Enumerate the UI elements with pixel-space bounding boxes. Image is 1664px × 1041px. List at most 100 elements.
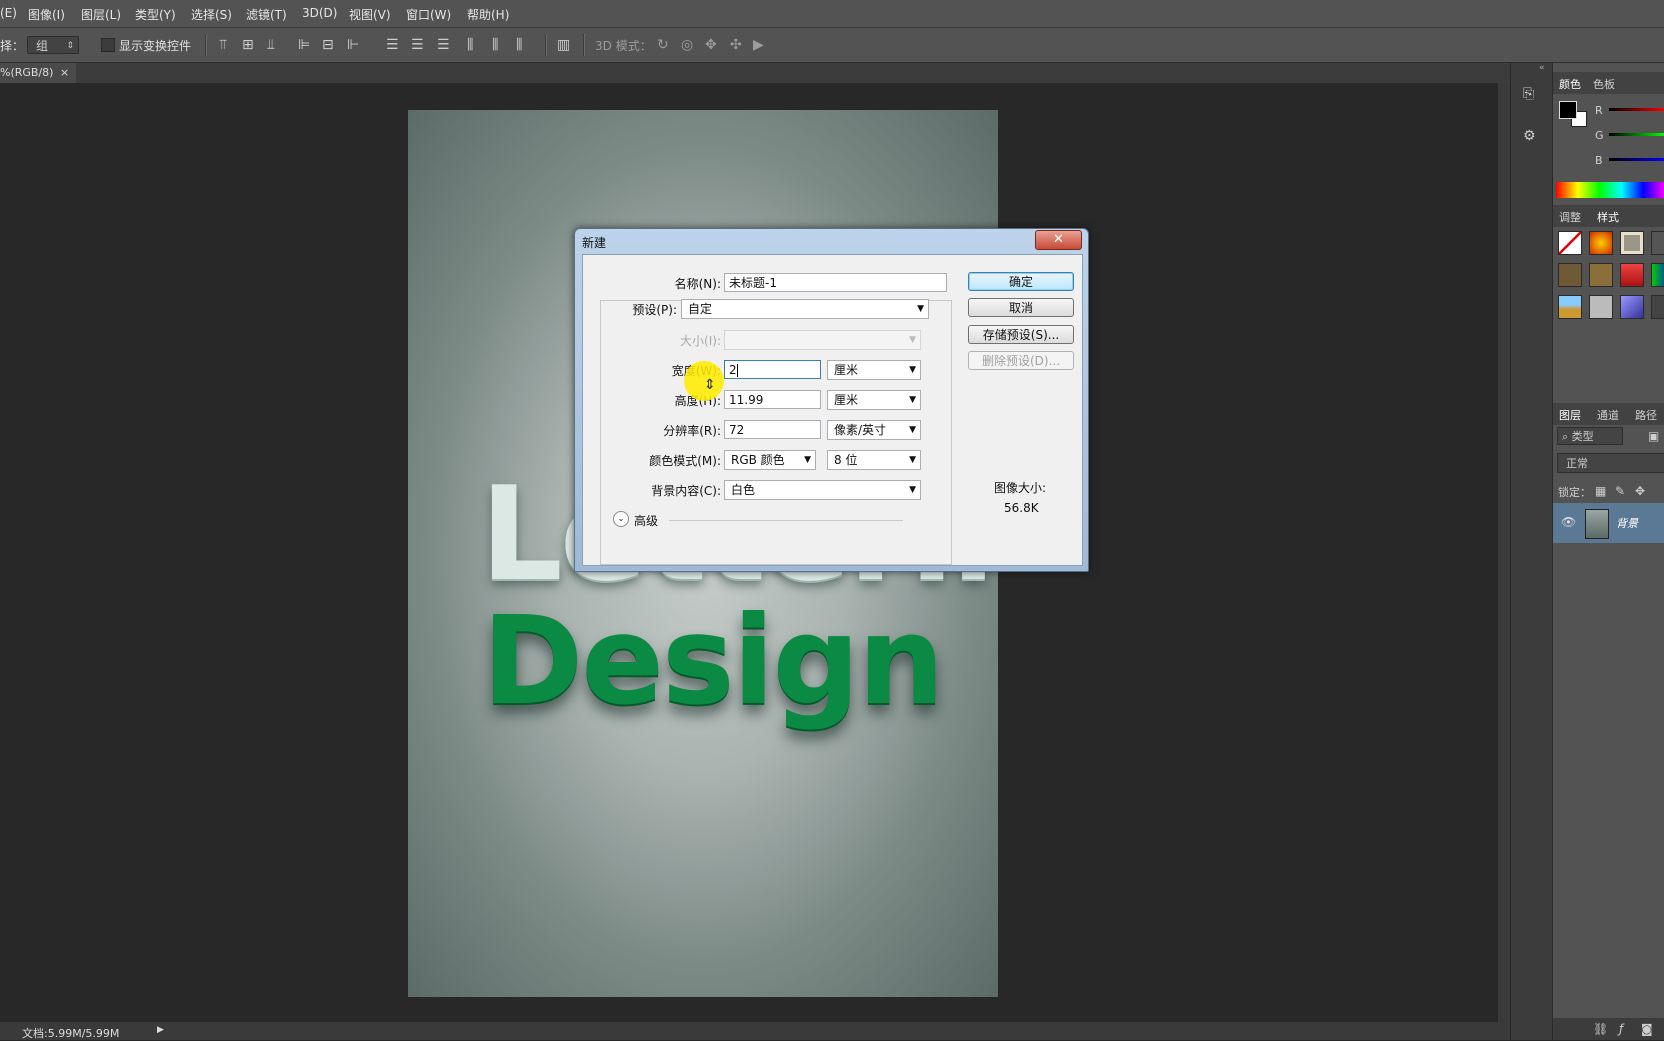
3d-drag-icon[interactable]: ✥ xyxy=(705,38,717,52)
color-mode-dropdown[interactable]: RGB 颜色 ▼ xyxy=(724,450,816,470)
style-swatch[interactable] xyxy=(1558,295,1582,319)
eye-icon[interactable]: 👁 xyxy=(1561,515,1576,529)
width-input[interactable]: 2 xyxy=(724,360,821,379)
3d-slide-icon[interactable]: ✣ xyxy=(730,38,742,52)
menu-bar: (E) 图像(I) 图层(L) 类型(Y) 选择(S) 滤镜(T) 3D(D) … xyxy=(0,0,1664,28)
collapse-panels-icon[interactable]: « xyxy=(1539,63,1545,73)
style-swatch[interactable] xyxy=(1651,295,1664,319)
style-swatch[interactable] xyxy=(1558,263,1582,287)
properties-icon[interactable]: ⚙ xyxy=(1523,129,1536,143)
resolution-input[interactable]: 72 xyxy=(724,420,821,439)
menu-type[interactable]: 类型(Y) xyxy=(135,6,176,23)
lock-transparency-icon[interactable]: ▦ xyxy=(1595,484,1606,498)
layer-thumbnail xyxy=(1585,509,1609,539)
channel-g-slider[interactable] xyxy=(1609,133,1664,136)
width-value: 2 xyxy=(729,363,737,377)
color-spectrum-bar[interactable] xyxy=(1556,182,1664,198)
separator xyxy=(205,34,207,56)
tab-layers[interactable]: 图层 xyxy=(1559,407,1581,423)
style-swatch[interactable] xyxy=(1651,263,1664,287)
width-unit-dropdown[interactable]: 厘米 ▼ xyxy=(827,360,921,380)
save-preset-button[interactable]: 存储预设(S)... xyxy=(968,325,1074,344)
style-swatch[interactable] xyxy=(1651,231,1664,255)
menu-image[interactable]: 图像(I) xyxy=(28,6,65,23)
tab-swatches[interactable]: 色板 xyxy=(1593,76,1615,92)
3d-rotate-icon[interactable]: ↻ xyxy=(657,38,669,52)
close-icon: ✕ xyxy=(1053,232,1064,247)
align-left-icon[interactable]: ⊫ xyxy=(298,38,310,52)
menu-help[interactable]: 帮助(H) xyxy=(467,6,509,23)
distribute-top-icon[interactable]: ☰ xyxy=(386,38,399,52)
layer-kind-filter[interactable]: ⌕ 类型 xyxy=(1557,427,1623,445)
tab-styles[interactable]: 样式 xyxy=(1597,209,1619,225)
menu-window[interactable]: 窗口(W) xyxy=(406,6,451,23)
align-vcenter-icon[interactable]: ⊞ xyxy=(242,38,254,52)
align-bottom-icon[interactable]: ⫫ xyxy=(267,38,275,52)
history-icon[interactable]: ⎘ xyxy=(1523,87,1534,101)
distribute-left-icon[interactable]: ⫼ xyxy=(467,38,473,52)
align-hcenter-icon[interactable]: ⊟ xyxy=(322,38,334,52)
height-input[interactable]: 11.99 xyxy=(724,390,821,409)
lock-brush-icon[interactable]: ✎ xyxy=(1615,484,1625,498)
resolution-unit-dropdown[interactable]: 像素/英寸 ▼ xyxy=(827,420,921,440)
3d-mode-label: 3D 模式： xyxy=(595,39,652,53)
ok-button[interactable]: 确定 xyxy=(968,272,1074,291)
style-swatch[interactable] xyxy=(1589,295,1613,319)
style-swatch[interactable] xyxy=(1589,231,1613,255)
style-swatch[interactable] xyxy=(1620,231,1644,255)
cancel-button[interactable]: 取消 xyxy=(968,298,1074,317)
channel-b-slider[interactable] xyxy=(1609,158,1664,161)
vertical-scrollbar[interactable] xyxy=(1498,83,1510,1023)
tab-adjustments[interactable]: 调整 xyxy=(1559,209,1581,225)
chevron-down-icon: ⌄ xyxy=(617,514,625,524)
search-icon: ⌕ xyxy=(1562,430,1569,443)
style-none-swatch[interactable] xyxy=(1558,231,1582,255)
background-contents-dropdown[interactable]: 白色 ▼ xyxy=(724,480,921,500)
lock-position-icon[interactable]: ✥ xyxy=(1635,484,1645,498)
close-tab-icon[interactable]: × xyxy=(60,63,69,83)
background-contents-value: 白色 xyxy=(731,483,756,497)
add-mask-icon[interactable]: ◙ xyxy=(1641,1022,1653,1036)
style-swatch[interactable] xyxy=(1620,263,1644,287)
menu-layer[interactable]: 图层(L) xyxy=(81,6,121,23)
link-layers-icon[interactable]: ⛓ xyxy=(1593,1022,1608,1036)
menu-select[interactable]: 选择(S) xyxy=(191,6,232,23)
resolution-label: 分辨率(R): xyxy=(663,424,721,438)
tab-channels[interactable]: 通道 xyxy=(1597,407,1619,423)
distribute-vcenter-icon[interactable]: ☰ xyxy=(411,38,424,52)
menu-edit[interactable]: (E) xyxy=(0,6,17,20)
filter-image-icon[interactable]: ▣ xyxy=(1648,429,1659,443)
foreground-color-swatch[interactable] xyxy=(1559,101,1577,119)
align-top-icon[interactable]: ⫪ xyxy=(219,38,227,52)
distribute-right-icon[interactable]: ⫼ xyxy=(516,38,522,52)
auto-align-icon[interactable]: ▥ xyxy=(557,38,570,52)
menu-view[interactable]: 视图(V) xyxy=(349,6,391,23)
color-panel-tabs: 颜色 色板 xyxy=(1553,72,1664,94)
bit-depth-dropdown[interactable]: 8 位 ▼ xyxy=(827,450,921,470)
advanced-toggle[interactable]: ⌄ xyxy=(613,511,629,527)
align-right-icon[interactable]: ⊩ xyxy=(347,38,359,52)
distribute-bottom-icon[interactable]: ☰ xyxy=(437,38,450,52)
tab-color[interactable]: 颜色 xyxy=(1559,76,1581,92)
menu-filter[interactable]: 滤镜(T) xyxy=(246,6,287,23)
preset-dropdown[interactable]: 自定 ▼ xyxy=(681,299,929,319)
style-swatch[interactable] xyxy=(1620,295,1644,319)
3d-roll-icon[interactable]: ◎ xyxy=(681,38,693,52)
text-caret xyxy=(736,364,738,377)
auto-select-dropdown[interactable]: 组 ⇕ xyxy=(27,36,79,54)
dialog-close-button[interactable]: ✕ xyxy=(1035,230,1082,250)
menu-3d[interactable]: 3D(D) xyxy=(302,6,337,20)
fx-icon[interactable]: ƒ xyxy=(1619,1022,1623,1036)
name-input[interactable]: 未标题-1 xyxy=(724,273,947,292)
show-transform-checkbox[interactable] xyxy=(101,38,115,52)
style-swatch[interactable] xyxy=(1589,263,1613,287)
layer-row-background[interactable]: 👁 背景 xyxy=(1553,503,1664,543)
blend-mode-dropdown[interactable]: 正常 xyxy=(1557,453,1664,473)
3d-scale-icon[interactable]: ▶ xyxy=(753,38,764,52)
tab-paths[interactable]: 路径 xyxy=(1635,407,1657,423)
status-menu-arrow-icon[interactable]: ▶ xyxy=(157,1025,164,1035)
channel-r-slider[interactable] xyxy=(1609,108,1664,111)
distribute-hcenter-icon[interactable]: ⫼ xyxy=(492,38,498,52)
height-unit-dropdown[interactable]: 厘米 ▼ xyxy=(827,390,921,410)
document-tab[interactable]: %(RGB/8) × xyxy=(0,63,76,83)
